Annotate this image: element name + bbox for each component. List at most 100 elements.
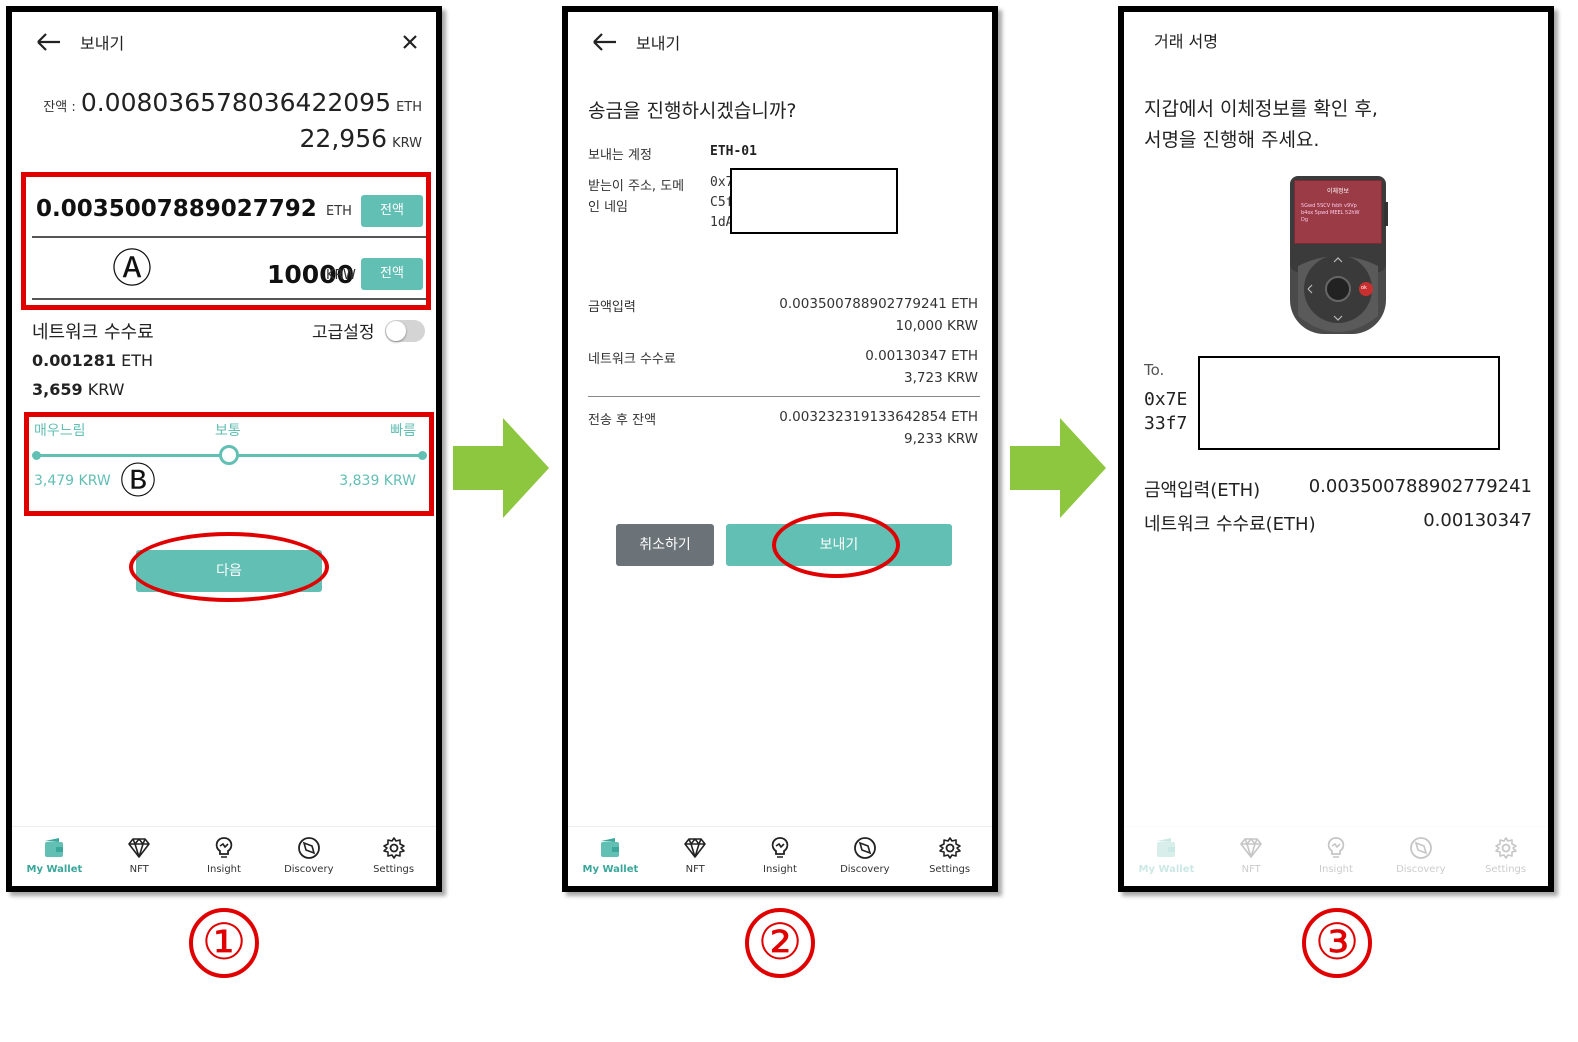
fee-eth-value: 0.00130347 ETH [865,348,978,364]
nav-my-wallet[interactable]: My Wallet [1124,827,1209,886]
amount-value: 0.003500788902779241 [1308,476,1532,497]
fee-label: 네트워크 수수료 [588,352,676,367]
device-screen-text: Dg [1301,217,1309,223]
remain-krw-value: 9,233 KRW [904,431,978,447]
annotation-circle [772,512,900,578]
amount-eth-value: 0.003500788902779241 ETH [779,296,978,312]
step-number-3: ③ [1302,908,1372,978]
nav-label: Settings [1485,864,1527,875]
to-label: To. [1144,361,1165,379]
redaction-box [730,168,898,234]
nav-nft[interactable]: NFT [1209,827,1294,886]
nav-label: Discovery [1396,864,1446,875]
device-screen-text: b4ox 5pwd MEEL 52hW [1301,210,1360,216]
wallet-icon [601,838,620,857]
nav-label: Insight [207,864,241,875]
remain-eth-value: 0.003232319133642854 ETH [779,409,978,425]
balance-krw: 22,956 [299,124,388,153]
from-account-label: 보내는 계정 [588,148,652,163]
nav-label: Insight [1319,864,1353,875]
from-account-value: ETH-01 [710,144,757,159]
close-icon[interactable] [402,34,418,50]
compass-icon [1409,837,1432,859]
annotation-circle [129,532,329,602]
device-screen-title: 이체정보 [1326,188,1350,195]
nav-label: NFT [685,864,705,875]
wallet-icon [1157,838,1176,857]
nav-settings[interactable]: Settings [907,827,992,886]
fee-krw-value: 3,723 KRW [904,370,978,386]
nav-discovery[interactable]: Discovery [1378,827,1463,886]
bottom-nav: My Wallet NFT Insight Discovery Settings [568,826,992,886]
nav-nft[interactable]: NFT [97,827,182,886]
nav-label: NFT [1241,864,1261,875]
nav-insight[interactable]: Insight [1294,827,1379,886]
confirm-question: 송금을 진행하시겠습니까? [588,100,797,122]
nav-label: Settings [929,864,971,875]
compass-icon [853,837,876,859]
bottom-nav: My Wallet NFT Insight Discovery Settings [12,826,436,886]
lightbulb-icon [1327,837,1345,858]
to-address-partial: 33f7 [1144,413,1188,434]
cancel-button[interactable]: 취소하기 [616,524,714,566]
nav-label: NFT [129,864,149,875]
fee-value: 0.00130347 [1423,510,1532,531]
step-number-2: ② [745,908,815,978]
device-ok-label: ok [1361,285,1367,291]
instruction-line: 지갑에서 이체정보를 확인 후, [1144,98,1378,120]
confirm-screen-phone: 보내기 송금을 진행하시겠습니까? 보내는 계정 ETH-01 받는이 주소, … [562,6,998,892]
back-arrow-icon[interactable] [592,32,618,52]
nav-settings[interactable]: Settings [351,827,436,886]
nav-my-wallet[interactable]: My Wallet [568,827,653,886]
nav-insight[interactable]: Insight [738,827,823,886]
fee-krw: 3,659 [32,380,83,399]
step-number-1: ① [189,908,259,978]
toggle-knob [386,321,406,341]
lightbulb-icon [215,837,233,858]
nav-settings[interactable]: Settings [1463,827,1548,886]
amount-label: 금액입력(ETH) [1144,480,1261,501]
redaction-box [1198,356,1500,450]
nav-label: Insight [763,864,797,875]
nav-insight[interactable]: Insight [182,827,267,886]
advanced-toggle[interactable] [385,320,425,342]
balance-eth-row: 잔액 : 0.008036578036422095 ETH [43,88,422,117]
nav-nft[interactable]: NFT [653,827,738,886]
hardware-wallet-image: 이체정보 5Gwd 5SCV fsbh v9Vp b4ox 5pwd MEEL … [1290,176,1388,336]
nav-label: My Wallet [582,864,639,875]
bottom-nav: My Wallet NFT Insight Discovery Settings [1124,826,1548,886]
fee-eth-unit: ETH [121,351,154,370]
gear-icon [382,837,405,859]
fee-eth-row: 0.001281 ETH [32,351,153,370]
flow-arrow [1010,418,1106,518]
annotation-box-b [24,412,434,516]
fee-eth: 0.001281 [32,351,117,370]
gear-icon [1494,837,1517,859]
gear-icon [938,837,961,859]
nav-discovery[interactable]: Discovery [822,827,907,886]
back-arrow-icon[interactable] [36,32,62,52]
fee-label: 네트워크 수수료(ETH) [1144,514,1316,535]
page-title: 보내기 [80,34,125,53]
to-address-label: 받는이 주소, 도메 [588,179,685,194]
fee-label: 네트워크 수수료 [32,322,154,343]
diamond-icon [684,838,706,858]
flow-arrow [453,418,549,518]
amount-krw-value: 10,000 KRW [895,318,978,334]
nav-discovery[interactable]: Discovery [266,827,351,886]
balance-label: 잔액 : [43,100,76,115]
page-title: 보내기 [636,34,681,53]
device-screen: 이체정보 5Gwd 5SCV fsbh v9Vp b4ox 5pwd MEEL … [1294,180,1382,244]
fee-krw-unit: KRW [87,380,125,399]
advanced-label: 고급설정 [312,323,375,343]
nav-label: My Wallet [26,864,83,875]
nav-label: Discovery [840,864,890,875]
remain-label: 전송 후 잔액 [588,413,657,428]
sign-screen-phone: 거래 서명 지갑에서 이체정보를 확인 후, 서명을 진행해 주세요. 이체정보… [1118,6,1554,892]
nav-label: My Wallet [1138,864,1195,875]
balance-krw-row: 22,956 KRW [300,124,422,153]
lightbulb-icon [771,837,789,858]
send-screen-phone: 보내기 잔액 : 0.008036578036422095 ETH 22,956… [6,6,442,892]
nav-my-wallet[interactable]: My Wallet [12,827,97,886]
device-screen-text: 5Gwd 5SCV fsbh v9Vp [1301,203,1357,209]
